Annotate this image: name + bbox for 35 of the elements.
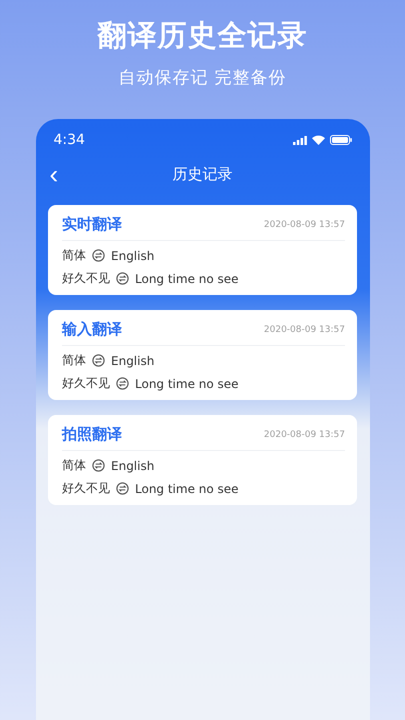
source-language: 简体 [62, 352, 86, 369]
swap-icon [92, 249, 105, 262]
target-language: English [111, 458, 154, 472]
record-time: 2020-08-09 13:57 [264, 324, 345, 334]
record-type: 输入翻译 [62, 320, 122, 339]
source-text: 好久不见 [62, 270, 110, 287]
source-language: 简体 [62, 247, 86, 264]
swap-icon [116, 272, 129, 285]
history-card[interactable]: 输入翻译 2020-08-09 13:57 简体 English 好久不见 Long time no see [48, 310, 357, 400]
target-language: English [111, 248, 154, 262]
page-title: 历史记录 [172, 164, 232, 184]
record-time: 2020-08-09 13:57 [264, 220, 345, 230]
status-time: 4:34 [54, 132, 85, 148]
history-card[interactable]: 实时翻译 2020-08-09 13:57 简体 English 好久不见 Long time no see [48, 205, 357, 295]
source-text: 好久不见 [62, 375, 110, 392]
back-button[interactable]: ‹ [46, 161, 62, 187]
target-text: Long time no see [135, 376, 239, 390]
target-language: English [111, 354, 154, 368]
headline: 翻译历史全记录 [98, 17, 308, 54]
swap-icon [116, 377, 129, 390]
wifi-icon [312, 135, 324, 145]
target-text: Long time no see [135, 272, 239, 286]
record-type: 实时翻译 [62, 215, 122, 234]
signal-icon [292, 136, 306, 144]
record-time: 2020-08-09 13:57 [264, 430, 345, 440]
source-language: 简体 [62, 457, 86, 474]
battery-icon [330, 135, 352, 145]
record-type: 拍照翻译 [62, 425, 122, 444]
swap-icon [92, 354, 105, 367]
history-card[interactable]: 拍照翻译 2020-08-09 13:57 简体 English 好久不见 Long time no see [48, 415, 357, 505]
swap-icon [116, 482, 129, 495]
source-text: 好久不见 [62, 480, 110, 497]
swap-icon [92, 459, 105, 472]
subtitle: 自动保存记 完整备份 [118, 67, 287, 89]
target-text: Long time no see [135, 482, 239, 496]
